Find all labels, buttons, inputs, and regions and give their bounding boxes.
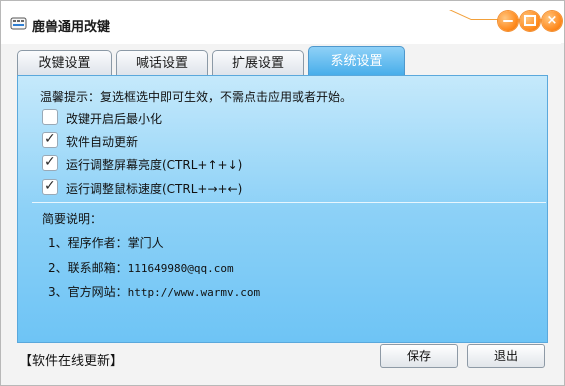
checkbox-auto-update[interactable]: ✓ bbox=[42, 131, 58, 148]
email-info: 2、联系邮箱：111649980@qq.com bbox=[48, 259, 234, 276]
email-label: 2、联系邮箱： bbox=[48, 261, 128, 275]
divider bbox=[32, 202, 546, 203]
maximize-icon bbox=[524, 15, 536, 26]
website-label: 3、官方网站： bbox=[48, 285, 128, 299]
option-label: 运行调整屏幕亮度(CTRL+↑+↓) bbox=[66, 158, 243, 172]
option-label: 运行调整鼠标速度(CTRL+→+←) bbox=[66, 182, 243, 196]
minimize-button[interactable] bbox=[498, 11, 518, 31]
save-button[interactable]: 保存 bbox=[380, 344, 458, 368]
window-title: 鹿兽通用改键 bbox=[32, 20, 111, 35]
author-info: 1、程序作者：掌门人 bbox=[48, 234, 164, 251]
author-label: 1、程序作者： bbox=[48, 236, 128, 250]
close-icon: × bbox=[546, 13, 558, 28]
exit-button[interactable]: 退出 bbox=[467, 344, 545, 368]
title-bar[interactable]: 鹿兽通用改键 × bbox=[1, 1, 564, 44]
tab-chat-settings[interactable]: 喊话设置 bbox=[116, 50, 208, 76]
tab-extension-settings[interactable]: 扩展设置 bbox=[212, 50, 304, 76]
description-title: 简要说明： bbox=[42, 212, 103, 226]
checkmark-icon: ✓ bbox=[44, 131, 56, 147]
website-value: http://www.warmv.com bbox=[127, 286, 261, 299]
close-button[interactable]: × bbox=[542, 11, 562, 31]
online-update-link[interactable]: 【软件在线更新】 bbox=[19, 350, 123, 369]
tip-text: 温馨提示：复选框选中即可生效，不需点击应用或者开始。 bbox=[40, 90, 353, 104]
system-settings-panel: 温馨提示：复选框选中即可生效，不需点击应用或者开始。 改键开启后最小化 ✓ 软件… bbox=[17, 75, 548, 343]
email-value: 111649980@qq.com bbox=[127, 262, 234, 275]
tab-key-settings[interactable]: 改键设置 bbox=[17, 50, 112, 76]
keyboard-icon bbox=[10, 17, 27, 30]
tab-system-settings[interactable]: 系统设置 bbox=[308, 46, 405, 77]
checkmark-icon: ✓ bbox=[44, 154, 56, 170]
maximize-button[interactable] bbox=[520, 11, 540, 31]
author-value: 掌门人 bbox=[127, 236, 164, 250]
tab-bar: 改键设置 喊话设置 扩展设置 系统设置 bbox=[17, 46, 547, 77]
checkbox-adjust-brightness[interactable]: ✓ bbox=[42, 154, 58, 171]
checkbox-adjust-mouse-speed[interactable]: ✓ bbox=[42, 178, 58, 195]
option-label: 软件自动更新 bbox=[66, 135, 139, 149]
app-window: 鹿兽通用改键 × 改键设置 喊话设置 扩展设置 系统设置 温馨提示：复选框选中即… bbox=[0, 0, 565, 386]
website-info: 3、官方网站：http://www.warmv.com bbox=[48, 283, 260, 300]
option-label: 改键开启后最小化 bbox=[66, 112, 163, 126]
checkbox-minimize-on-start[interactable] bbox=[42, 109, 58, 125]
checkmark-icon: ✓ bbox=[44, 178, 56, 194]
